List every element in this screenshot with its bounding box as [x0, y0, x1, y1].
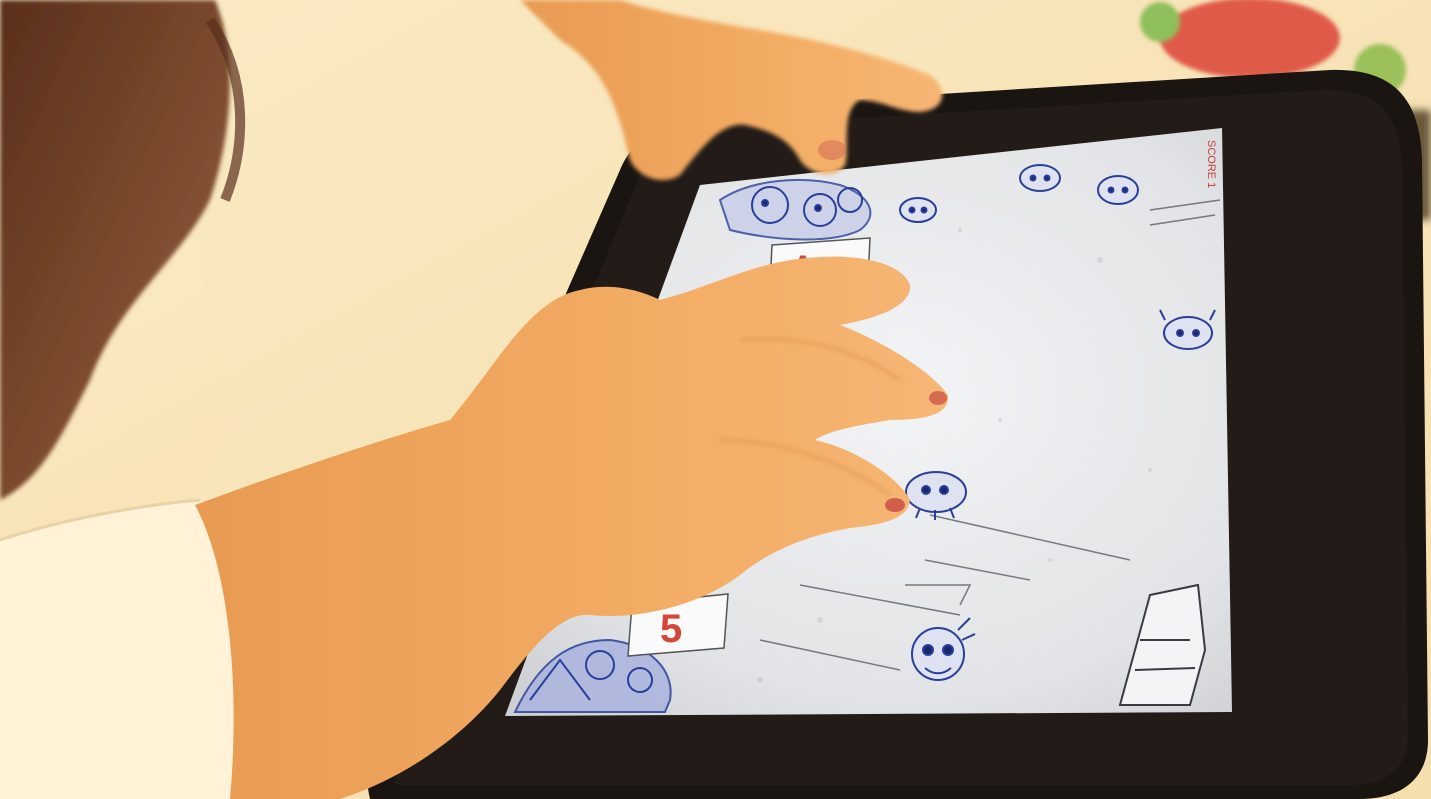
child-sleeve — [0, 498, 234, 799]
creature-top-1 — [899, 197, 937, 223]
score-label: SCORE 1 — [1205, 140, 1217, 188]
photo-canvas: 5 A SCORE 1 — [0, 0, 1431, 799]
counter-value: 5 — [660, 607, 682, 651]
photo-scene: 5 A SCORE 1 — [0, 0, 1431, 799]
creature-top-3 — [1097, 175, 1139, 205]
creature-cluster-top-left — [718, 179, 872, 241]
creature-top-2 — [1019, 164, 1061, 192]
